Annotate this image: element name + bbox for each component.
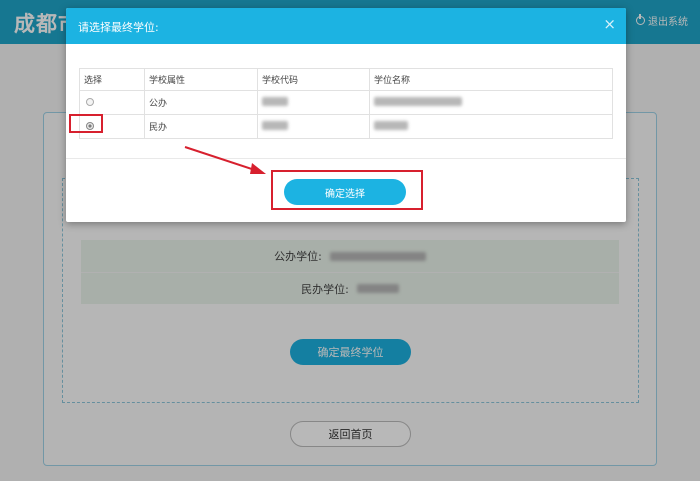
arrow-icon <box>184 146 266 174</box>
